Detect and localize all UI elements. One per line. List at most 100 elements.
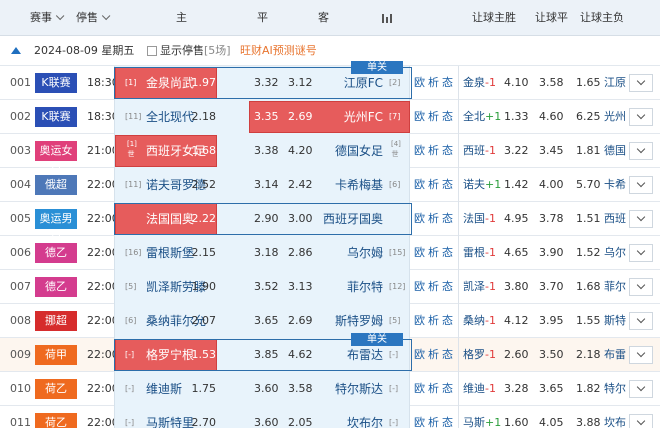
- link-status[interactable]: 态: [442, 168, 453, 202]
- away-team[interactable]: 西班牙国奥: [323, 202, 383, 236]
- rq-draw-odds[interactable]: 3.50: [539, 338, 564, 372]
- chevron-down-icon[interactable]: [629, 278, 653, 296]
- rq-draw-odds[interactable]: 3.65: [539, 372, 564, 406]
- chevron-down-icon[interactable]: [629, 142, 653, 160]
- away-odds[interactable]: 2.69: [288, 100, 313, 134]
- rq-win-odds[interactable]: 4.65: [504, 236, 529, 270]
- rq-draw-odds[interactable]: 3.58: [539, 66, 564, 100]
- link-status[interactable]: 态: [442, 372, 453, 406]
- header-stop-sale[interactable]: 停售: [76, 0, 111, 36]
- draw-odds[interactable]: 3.18: [254, 236, 279, 270]
- chevron-down-icon[interactable]: [629, 312, 653, 330]
- league-badge[interactable]: 德乙: [35, 277, 77, 297]
- rq-lose-odds[interactable]: 1.68: [576, 270, 601, 304]
- rq-lose-odds[interactable]: 1.52: [576, 236, 601, 270]
- link-analysis[interactable]: 析: [428, 304, 439, 338]
- link-status[interactable]: 态: [442, 236, 453, 270]
- home-team[interactable]: 全北现代: [146, 100, 194, 134]
- link-analysis[interactable]: 析: [428, 406, 439, 428]
- link-status[interactable]: 态: [442, 304, 453, 338]
- chevron-down-icon[interactable]: [629, 210, 653, 228]
- rq-lose-odds[interactable]: 1.55: [576, 304, 601, 338]
- rq-lose-odds[interactable]: 1.82: [576, 372, 601, 406]
- rq-win-odds[interactable]: 3.22: [504, 134, 529, 168]
- rq-draw-odds[interactable]: 3.78: [539, 202, 564, 236]
- rq-team[interactable]: 凯泽-1: [463, 270, 496, 304]
- link-analysis[interactable]: 析: [428, 338, 439, 372]
- link-analysis[interactable]: 析: [428, 236, 439, 270]
- rq-team[interactable]: 法国-1: [463, 202, 496, 236]
- rq-team[interactable]: 诺夫+1: [463, 168, 501, 202]
- league-badge[interactable]: 奥运男足: [35, 209, 77, 245]
- link-ou[interactable]: 欧: [414, 168, 425, 202]
- draw-odds[interactable]: 3.52: [254, 270, 279, 304]
- rq-win-odds[interactable]: 1.42: [504, 168, 529, 202]
- link-analysis[interactable]: 析: [428, 372, 439, 406]
- rq-lose-odds[interactable]: 2.18: [576, 338, 601, 372]
- away-odds[interactable]: 2.42: [288, 168, 313, 202]
- home-odds[interactable]: 2.52: [191, 168, 217, 202]
- link-ou[interactable]: 欧: [414, 304, 425, 338]
- away-team[interactable]: 卡希梅基: [323, 168, 383, 202]
- link-ou[interactable]: 欧: [414, 372, 425, 406]
- league-badge[interactable]: 荷甲: [35, 345, 77, 365]
- away-odds[interactable]: 3.58: [288, 372, 313, 406]
- chevron-down-icon[interactable]: [629, 346, 653, 364]
- rq-lose-odds[interactable]: 1.65: [576, 66, 601, 100]
- home-odds[interactable]: 2.07: [191, 304, 217, 338]
- rq-draw-odds[interactable]: 3.90: [539, 236, 564, 270]
- link-status[interactable]: 态: [442, 406, 453, 428]
- rq-win-odds[interactable]: 4.10: [504, 66, 529, 100]
- chevron-down-icon[interactable]: [629, 414, 653, 428]
- link-status[interactable]: 态: [442, 100, 453, 134]
- rq-team[interactable]: 西班-1: [463, 134, 496, 168]
- show-stopped-checkbox[interactable]: [147, 46, 157, 56]
- home-odds[interactable]: 2.18: [191, 100, 217, 134]
- draw-odds[interactable]: 3.35: [254, 100, 279, 134]
- rq-team[interactable]: 金泉-1: [463, 66, 496, 100]
- rq-win-odds[interactable]: 4.12: [504, 304, 529, 338]
- rq-team[interactable]: 马斯+1: [463, 406, 501, 428]
- rq-win-odds[interactable]: 3.80: [504, 270, 529, 304]
- draw-odds[interactable]: 2.90: [254, 202, 279, 236]
- link-analysis[interactable]: 析: [428, 66, 439, 100]
- draw-odds[interactable]: 3.65: [254, 304, 279, 338]
- rq-lose-odds[interactable]: 3.88: [576, 406, 601, 428]
- rq-win-odds[interactable]: 4.95: [504, 202, 529, 236]
- away-team[interactable]: 特尔斯达: [323, 372, 383, 406]
- draw-odds[interactable]: 3.14: [254, 168, 279, 202]
- home-team[interactable]: 雷根斯堡: [146, 236, 194, 270]
- league-badge[interactable]: K联赛: [35, 73, 77, 93]
- away-odds[interactable]: 3.13: [288, 270, 313, 304]
- away-odds[interactable]: 3.00: [288, 202, 313, 236]
- home-odds[interactable]: 2.22: [191, 202, 217, 236]
- link-analysis[interactable]: 析: [428, 202, 439, 236]
- league-badge[interactable]: K联赛: [35, 107, 77, 127]
- rq-draw-odds[interactable]: 4.05: [539, 406, 564, 428]
- link-ou[interactable]: 欧: [414, 134, 425, 168]
- show-stopped-label[interactable]: 显示停售[5场]: [160, 36, 231, 66]
- rq-lose-odds[interactable]: 1.81: [576, 134, 601, 168]
- chevron-down-icon[interactable]: [629, 176, 653, 194]
- header-event[interactable]: 赛事: [30, 0, 65, 36]
- rq-team[interactable]: 雷根-1: [463, 236, 496, 270]
- rq-lose-odds[interactable]: 6.25: [576, 100, 601, 134]
- link-ou[interactable]: 欧: [414, 406, 425, 428]
- rq-draw-odds[interactable]: 3.45: [539, 134, 564, 168]
- rq-win-odds[interactable]: 2.60: [504, 338, 529, 372]
- home-team[interactable]: 维迪斯: [146, 372, 182, 406]
- rq-draw-odds[interactable]: 3.95: [539, 304, 564, 338]
- rq-team[interactable]: 桑纳-1: [463, 304, 496, 338]
- link-ou[interactable]: 欧: [414, 338, 425, 372]
- link-ou[interactable]: 欧: [414, 66, 425, 100]
- away-team[interactable]: 坎布尔: [323, 406, 383, 428]
- link-status[interactable]: 态: [442, 134, 453, 168]
- link-analysis[interactable]: 析: [428, 270, 439, 304]
- league-badge[interactable]: 荷乙: [35, 413, 77, 428]
- rq-team[interactable]: 全北+1: [463, 100, 501, 134]
- draw-odds[interactable]: 3.60: [254, 372, 279, 406]
- link-status[interactable]: 态: [442, 338, 453, 372]
- home-odds[interactable]: 1.68: [191, 134, 217, 168]
- collapse-up-icon[interactable]: [11, 47, 21, 54]
- rq-draw-odds[interactable]: 4.60: [539, 100, 564, 134]
